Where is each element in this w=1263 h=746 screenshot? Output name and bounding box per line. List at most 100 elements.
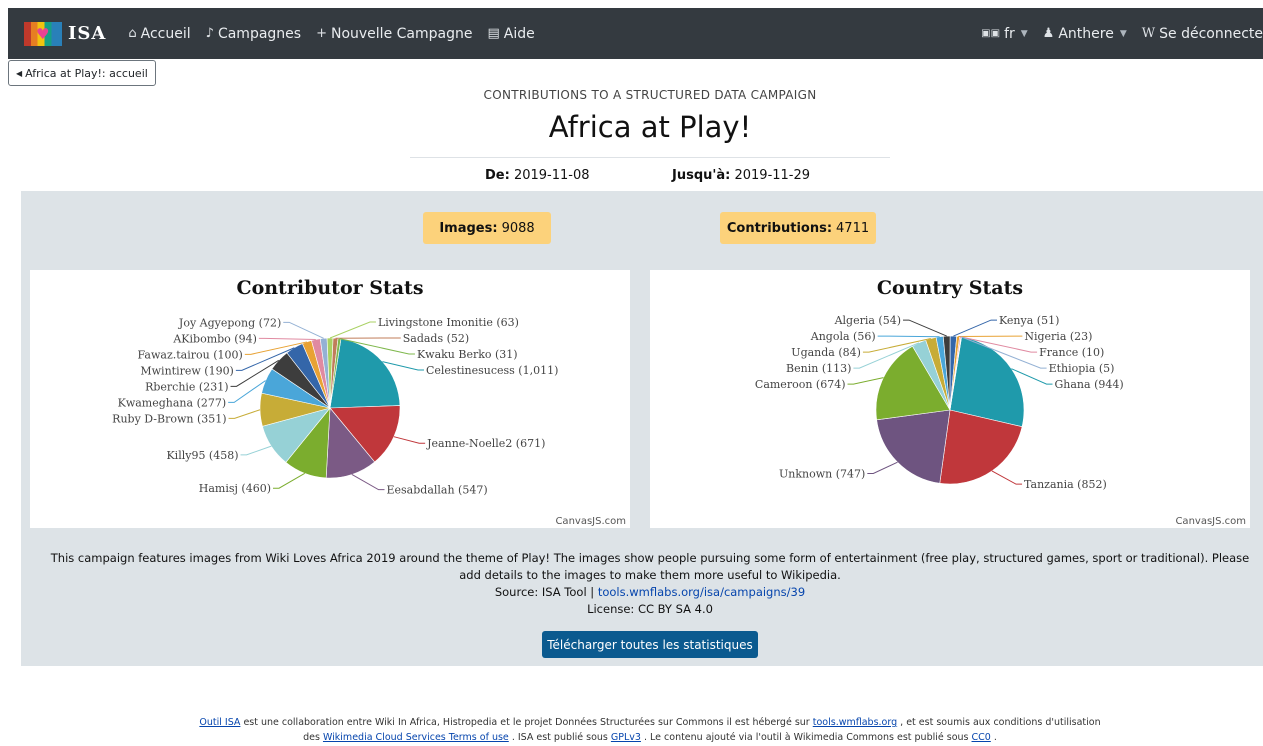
- bell-icon: ♪: [205, 26, 214, 41]
- pie-label-fawaz-tairou: Fawaz.tairou (100): [138, 348, 243, 361]
- country-pie-svg: Country Stats CanvasJS.com Algeria (54) Ang…: [755, 277, 1246, 527]
- footer-link-isa[interactable]: Outil ISA: [199, 717, 240, 728]
- contributor-stats-chart: Contributor Stats CanvasJS.com Joy Agyepon…: [30, 270, 630, 528]
- pie-label-unknown: Unknown (747): [779, 467, 865, 480]
- pie-leader-line: [867, 461, 898, 474]
- pie-label-hamisj: Hamisj (460): [199, 482, 271, 495]
- pie-label-rberchie: Rberchie (231): [145, 380, 228, 393]
- footer-link-gplv3[interactable]: GPLv3: [611, 732, 641, 743]
- footer-text: des: [303, 732, 320, 743]
- logo-icon: ♥: [24, 21, 62, 46]
- pie-label-benin: Benin (113): [786, 362, 851, 375]
- pie-label-france: France (10): [1039, 346, 1104, 359]
- pie-leader-line: [877, 335, 940, 338]
- footer-link-terms[interactable]: Wikimedia Cloud Services Terms of use: [323, 732, 509, 743]
- caret-left-icon: ◀: [16, 68, 23, 78]
- pie-label-mwintirew: Mwintirew (190): [140, 364, 233, 377]
- nav-nouvelle-campagne[interactable]: + Nouvelle Campagne: [316, 26, 472, 42]
- chart-title: Contributor Stats: [236, 277, 423, 299]
- logout-link[interactable]: W Se déconnecte: [1142, 26, 1263, 42]
- contributions-count-badge: Contributions: 4711: [720, 212, 876, 244]
- pie-leader-line: [329, 321, 376, 339]
- pie-label-nigeria: Nigeria (23): [1024, 330, 1092, 343]
- pie-leader-line: [240, 445, 272, 456]
- source-link[interactable]: tools.wmflabs.org/isa/campaigns/39: [598, 585, 805, 599]
- pie-leader-line: [228, 409, 261, 419]
- pie-label-joy-agyepong: Joy Agyepong (72): [178, 316, 281, 329]
- pie-label-killy95: Killy95 (458): [166, 449, 238, 462]
- footer-line-1: Outil ISA est une collaboration entre Wi…: [0, 715, 1263, 730]
- title-divider: [410, 157, 890, 158]
- footer-text: . Le contenu ajouté via l'outil à Wikime…: [644, 732, 969, 743]
- pie-leader-line: [393, 436, 426, 444]
- nav-campagnes-label: Campagnes: [217, 25, 302, 42]
- caret-down-icon: ▼: [1020, 28, 1028, 39]
- chart-credit[interactable]: CanvasJS.com: [1175, 516, 1246, 527]
- pie-label-cameroon: Cameroon (674): [755, 378, 846, 391]
- chart-credit[interactable]: CanvasJS.com: [555, 516, 626, 527]
- pie-label-kenya: Kenya (51): [999, 314, 1059, 327]
- language-dropdown[interactable]: ▣▣ fr ▼: [981, 26, 1028, 42]
- pie-leader-line: [228, 380, 266, 403]
- pie-label-kwameghana: Kwameghana (277): [118, 396, 227, 409]
- source-prefix: Source: ISA Tool |: [494, 585, 595, 599]
- brand-logo[interactable]: ♥ ISA: [24, 21, 106, 46]
- pie-label-kwaku-berko: Kwaku Berko (31): [417, 348, 518, 361]
- download-stats-button[interactable]: Télécharger toutes les statistiques: [542, 631, 758, 658]
- book-icon: ▤: [487, 26, 500, 41]
- start-date: De: 2019-11-08: [485, 168, 590, 183]
- source-line: Source: ISA Tool | tools.wmflabs.org/isa…: [40, 584, 1260, 601]
- language-label: fr: [1004, 25, 1015, 42]
- page-subtitle: CONTRIBUTIONS TO A STRUCTURED DATA CAMPA…: [483, 88, 817, 102]
- pie-slice-unknown[interactable]: [876, 409, 951, 484]
- footer-link-tools[interactable]: tools.wmflabs.org: [813, 717, 897, 728]
- pie-leader-line: [903, 319, 947, 337]
- pie-label-livingstone-imonitie: Livingstone Imonitie (63): [378, 316, 519, 329]
- pie-leader-line: [283, 321, 324, 339]
- end-date-value: 2019-11-29: [734, 168, 811, 183]
- back-button-label: Africa at Play!: accueil: [25, 66, 148, 80]
- caret-down-icon: ▼: [1119, 28, 1127, 39]
- pie-label-angola: Angola (56): [810, 330, 876, 343]
- end-date-label: Jusqu'à:: [672, 168, 731, 183]
- user-dropdown[interactable]: ♟ Anthere ▼: [1043, 26, 1127, 42]
- user-icon: ♟: [1042, 26, 1055, 41]
- nav-campagnes[interactable]: ♪ Campagnes: [206, 26, 301, 42]
- nav-nouvelle-campagne-label: Nouvelle Campagne: [330, 25, 473, 42]
- pie-label-ghana: Ghana (944): [1055, 378, 1124, 391]
- pie-leader-line: [273, 472, 306, 489]
- nav-aide-label: Aide: [503, 25, 535, 42]
- pie-label-ruby-d-brown: Ruby D-Brown (351): [112, 412, 226, 425]
- nav-accueil[interactable]: ⌂ Accueil: [128, 26, 190, 42]
- description-text: This campaign features images from Wiki …: [50, 551, 1250, 582]
- top-navbar: ♥ ISA ⌂ Accueil ♪ Campagnes + Nouvelle C…: [8, 8, 1263, 59]
- wikimedia-icon: W: [1141, 26, 1156, 41]
- images-count-badge: Images: 9088: [423, 212, 551, 244]
- pie-leader-line: [847, 377, 884, 385]
- start-date-label: De:: [485, 168, 510, 183]
- start-date-value: 2019-11-08: [513, 168, 590, 183]
- nav-aide[interactable]: ▤ Aide: [487, 26, 534, 42]
- footer-text: est une collaboration entre Wiki In Afri…: [243, 717, 810, 728]
- footer-link-cc0[interactable]: CC0: [972, 732, 991, 743]
- images-count-label: Images:: [439, 220, 498, 236]
- pie-leader-line: [351, 474, 385, 491]
- pie-label-sadads: Sadads (52): [403, 332, 469, 345]
- chart-title: Country Stats: [877, 277, 1023, 299]
- footer-line-2: des Wikimedia Cloud Services Terms of us…: [0, 730, 1263, 745]
- logout-label: Se déconnecte: [1159, 25, 1263, 42]
- campaign-description: This campaign features images from Wiki …: [40, 550, 1260, 618]
- contributor-pie-svg: Contributor Stats CanvasJS.com Joy Agyepon…: [112, 277, 626, 527]
- pie-leader-line: [258, 337, 316, 340]
- plus-icon: +: [316, 26, 327, 41]
- pie-label-eesabdallah: Eesabdallah (547): [387, 484, 488, 497]
- pie-label-algeria: Algeria (54): [834, 314, 901, 327]
- back-button[interactable]: ◀ Africa at Play!: accueil: [8, 60, 156, 86]
- pie-leader-line: [382, 361, 424, 371]
- pie-label-uganda: Uganda (84): [791, 346, 861, 359]
- pie-label-tanzania: Tanzania (852): [1024, 478, 1107, 491]
- footer-text: . ISA est publié sous: [511, 732, 608, 743]
- contributions-count-label: Contributions:: [726, 220, 833, 236]
- pie-label-jeanne-noelle2: Jeanne-Noelle2 (671): [426, 437, 545, 450]
- end-date: Jusqu'à: 2019-11-29: [672, 168, 810, 183]
